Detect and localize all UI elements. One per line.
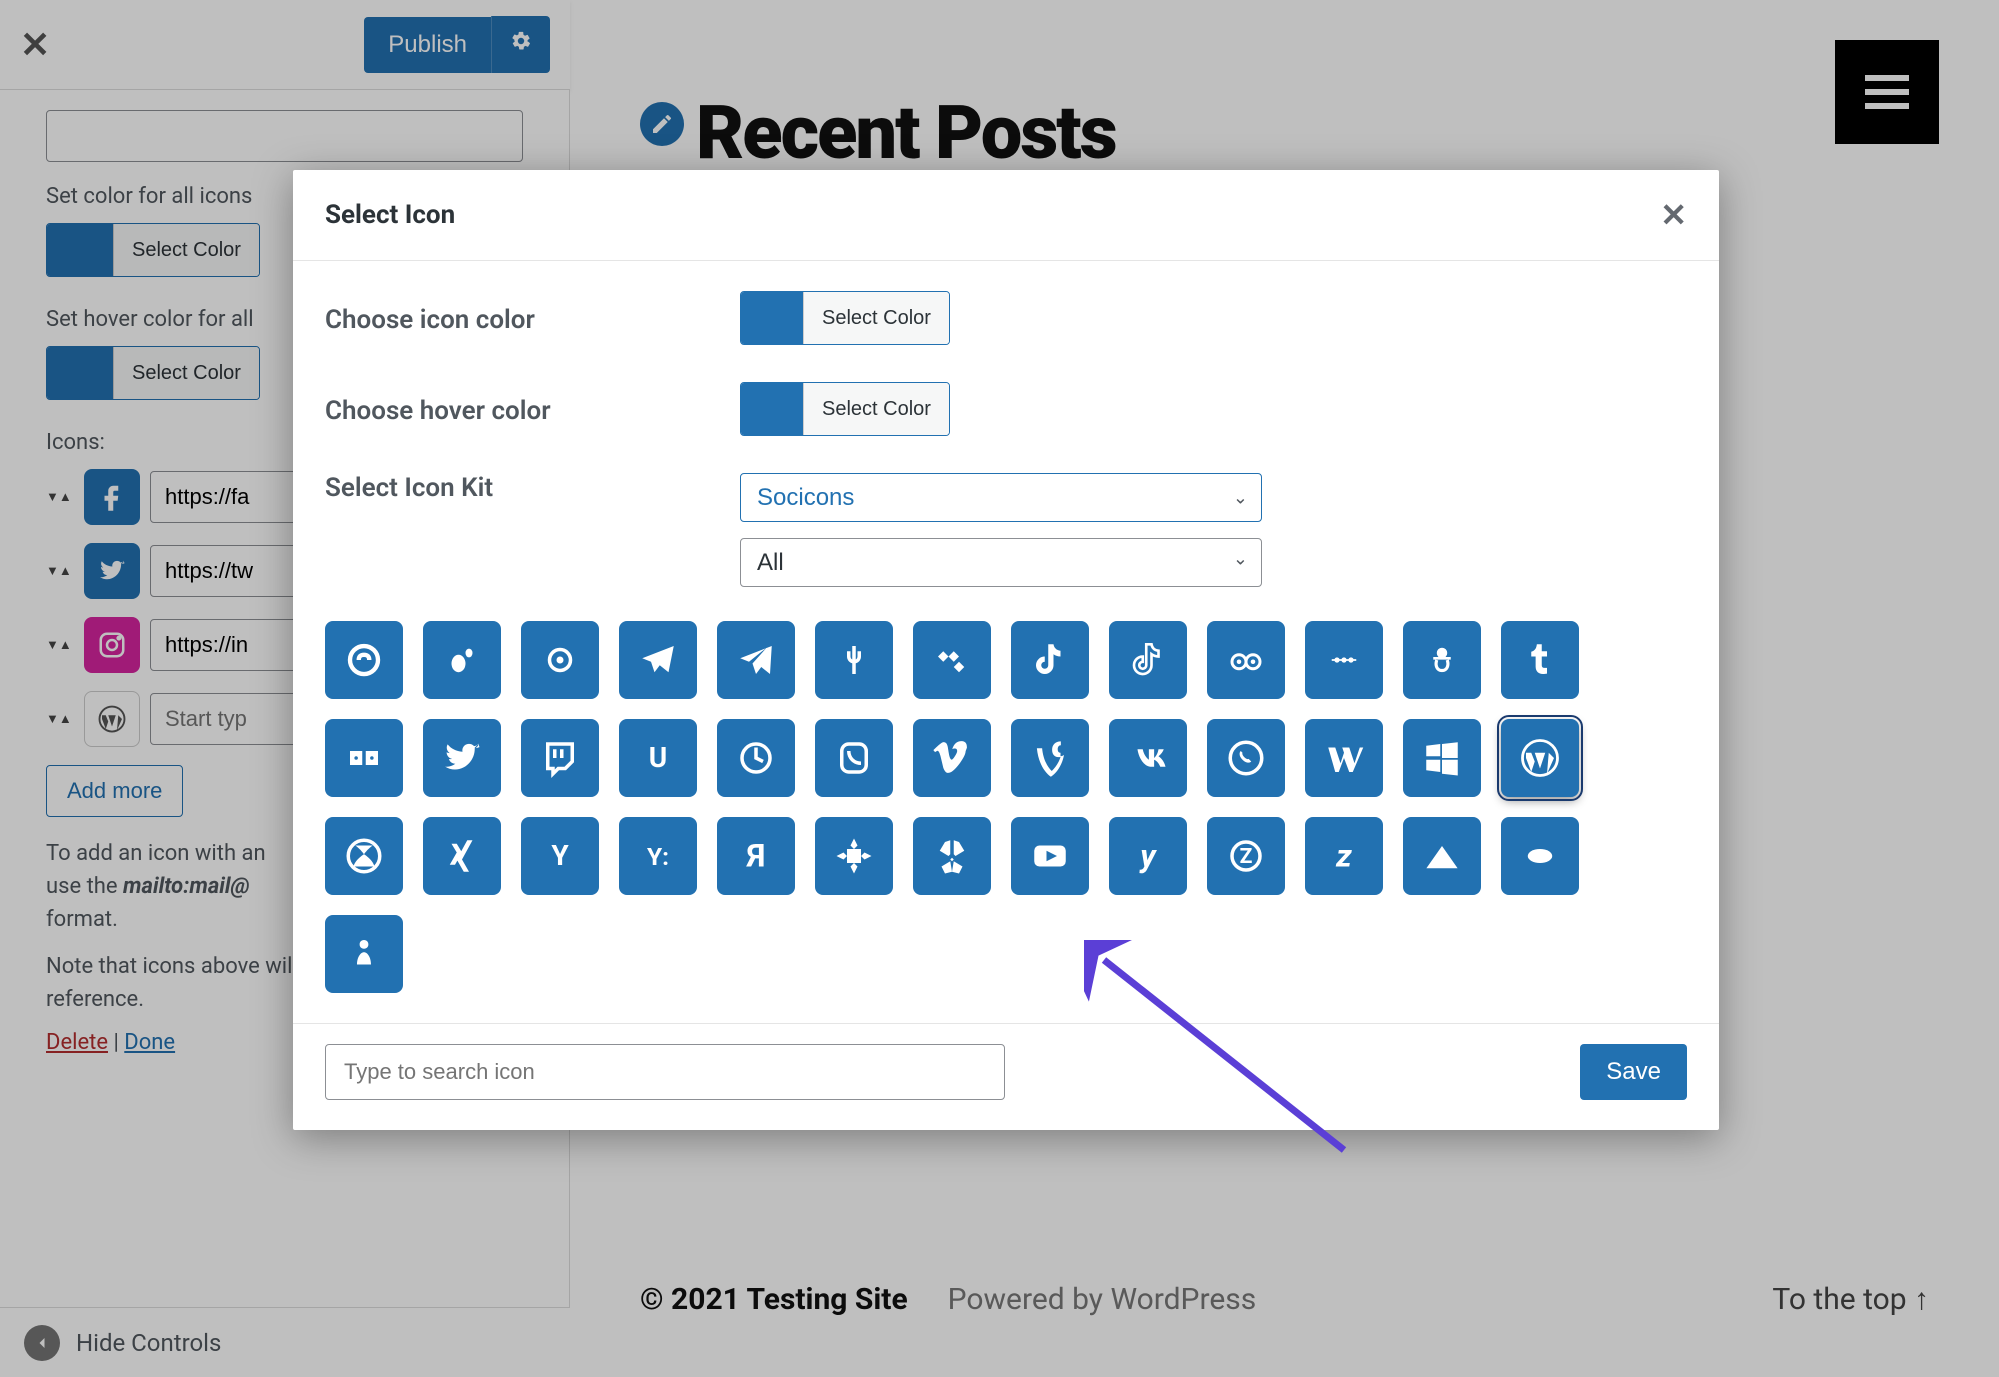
udemy-icon[interactable]: U [619,719,697,797]
tidal-icon[interactable] [913,621,991,699]
icon-grid: U Y Y: Яy Zz [325,621,1667,993]
vk-icon[interactable] [1109,719,1187,797]
yammer-icon[interactable]: Y: [619,817,697,895]
color-swatch [741,292,803,344]
unsplash-icon[interactable] [717,719,795,797]
triller-icon[interactable] [1403,621,1481,699]
icon-color-picker[interactable]: Select Color [740,291,950,345]
svg-text:Y: Y [551,839,569,872]
svg-text:y: y [1139,838,1157,875]
wordpress-icon[interactable] [1501,719,1579,797]
trip-icon[interactable] [1305,621,1383,699]
svg-text:Y:: Y: [647,842,669,871]
hover-color-label: Choose hover color [325,396,740,426]
save-button[interactable]: Save [1580,1044,1687,1100]
svg-text:Я: Я [746,838,766,875]
vine-icon[interactable] [1011,719,1089,797]
tumblr-icon[interactable] [1501,621,1579,699]
tiktok-icon[interactable] [1011,621,1089,699]
select-color-button[interactable]: Select Color [803,383,949,435]
twitter-icon[interactable] [423,719,501,797]
svg-text:z: z [1335,838,1352,875]
color-swatch [741,383,803,435]
whatsapp-icon[interactable] [1207,719,1285,797]
twitch-icon[interactable] [521,719,599,797]
viber-icon[interactable] [815,719,893,797]
select-color-button[interactable]: Select Color [803,292,949,344]
modal-close-button[interactable]: ✕ [1660,196,1687,234]
xbox-icon[interactable] [325,817,403,895]
icon-filter-select[interactable]: All [740,538,1262,587]
hover-color-picker[interactable]: Select Color [740,382,950,436]
symphony-icon[interactable] [521,621,599,699]
swarm-icon[interactable] [423,621,501,699]
yelp-icon[interactable] [913,817,991,895]
icon-color-label: Choose icon color [325,305,740,335]
yandex-icon[interactable]: Я [717,817,795,895]
icon-kit-select[interactable]: Socicons [740,473,1262,522]
xing-icon[interactable] [423,817,501,895]
yahoo-icon[interactable]: Y [521,817,599,895]
modal-title: Select Icon [325,200,455,230]
tripadvisor-icon[interactable] [1207,621,1285,699]
fork-icon[interactable] [815,621,893,699]
search-icon-input[interactable] [325,1044,1005,1100]
zazzle-icon[interactable]: Z [1207,817,1285,895]
wikipedia-icon[interactable] [1305,719,1383,797]
zerply-icon[interactable]: z [1305,817,1383,895]
younow-icon[interactable]: y [1109,817,1187,895]
svg-text:U: U [649,741,667,774]
select-kit-label: Select Icon Kit [325,473,740,503]
zynga-icon[interactable] [325,915,403,993]
select-icon-modal: Select Icon ✕ Choose icon color Select C… [293,170,1719,1130]
windows-icon[interactable] [1403,719,1481,797]
svg-text:Z: Z [1240,845,1253,869]
zillow-icon[interactable] [1403,817,1481,895]
tunein-icon[interactable] [325,719,403,797]
telegram-icon[interactable] [619,621,697,699]
stumbleupon-icon[interactable] [325,621,403,699]
yelp-alt-icon[interactable] [815,817,893,895]
vimeo-icon[interactable] [913,719,991,797]
telegram-plane-icon[interactable] [717,621,795,699]
tiktok-alt-icon[interactable] [1109,621,1187,699]
youtube-icon[interactable] [1011,817,1089,895]
zomato-icon[interactable] [1501,817,1579,895]
